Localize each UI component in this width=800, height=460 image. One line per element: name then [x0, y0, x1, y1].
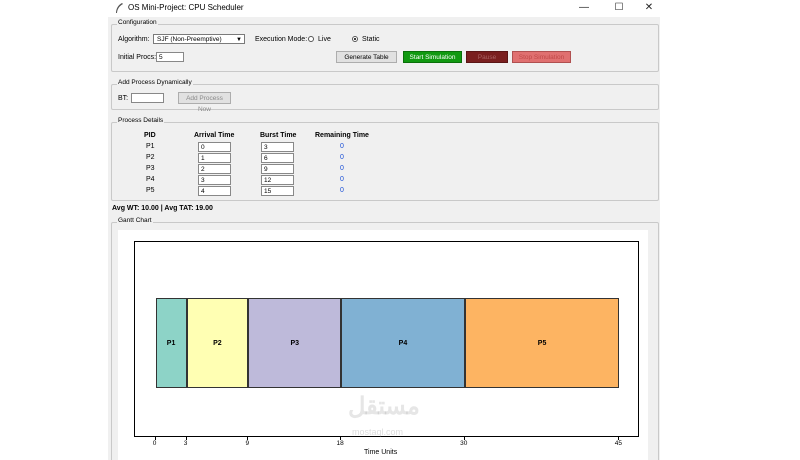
app-window: OS Mini-Project: CPU Scheduler — ☐ ✕ Con…	[108, 0, 660, 460]
header-pid: PID	[144, 132, 156, 139]
generate-table-button[interactable]: Generate Table	[336, 51, 397, 63]
gantt-bar-p5: P5	[464, 298, 620, 388]
x-tick-label: 30	[460, 440, 468, 447]
maximize-icon[interactable]: ☐	[609, 1, 629, 15]
row-burst-input[interactable]: 15	[261, 186, 294, 196]
gantt-bar-label: P2	[213, 339, 222, 347]
start-simulation-button[interactable]: Start Simulation	[403, 51, 462, 63]
gantt-bar-p4: P4	[341, 298, 465, 388]
bt-label: BT:	[118, 95, 129, 102]
bt-input[interactable]	[131, 93, 164, 103]
x-tick-label: 45	[614, 440, 622, 447]
row-pid: P3	[146, 165, 155, 172]
stop-simulation-button[interactable]: Stop Simulation	[512, 51, 571, 63]
gantt-chart-legend: Gantt Chart	[117, 217, 153, 224]
add-process-legend: Add Process Dynamically	[117, 79, 193, 86]
minimize-icon[interactable]: —	[574, 1, 594, 15]
x-tick-label: 0	[152, 440, 157, 447]
process-details-frame: Process Details PID Arrival Time Burst T…	[111, 117, 659, 201]
row-pid: P4	[146, 176, 155, 183]
execution-mode-label: Execution Mode:	[255, 36, 308, 43]
initial-procs-label: Initial Procs:	[118, 54, 157, 61]
row-arrival-input[interactable]: 0	[198, 142, 231, 152]
title-bar: OS Mini-Project: CPU Scheduler — ☐ ✕	[108, 0, 660, 17]
algorithm-select[interactable]: SJF (Non-Preemptive) ▼	[153, 34, 245, 44]
mode-static-label: Static	[362, 36, 380, 43]
gantt-bar-label: P3	[290, 339, 300, 347]
row-arrival-input[interactable]: 3	[198, 175, 231, 185]
feather-icon	[114, 2, 124, 14]
row-remaining: 0	[340, 176, 344, 183]
mode-live-label: Live	[318, 36, 331, 43]
row-burst-input[interactable]: 9	[261, 164, 294, 174]
row-burst-input[interactable]: 6	[261, 153, 294, 163]
watermark-url: mostaql.com	[352, 427, 404, 437]
gantt-bar-label: P1	[166, 339, 176, 347]
initial-procs-input[interactable]: 5	[156, 52, 184, 62]
header-arrival-time: Arrival Time	[194, 132, 235, 139]
chevron-down-icon: ▼	[236, 37, 242, 43]
process-details-legend: Process Details	[117, 117, 165, 124]
x-tick-label: 9	[245, 440, 250, 447]
row-remaining: 0	[340, 143, 344, 150]
header-burst-time: Burst Time	[260, 132, 297, 139]
gantt-bar-p1: P1	[155, 298, 187, 388]
gantt-bar-label: P5	[537, 339, 547, 347]
gantt-bar-p2: P2	[186, 298, 249, 388]
row-remaining: 0	[340, 154, 344, 161]
algorithm-value: SJF (Non-Preemptive)	[157, 36, 222, 43]
configuration-legend: Configuration	[117, 19, 158, 26]
row-pid: P1	[146, 143, 155, 150]
row-pid: P5	[146, 187, 155, 194]
add-process-now-button[interactable]: Add Process Now	[178, 92, 231, 113]
row-arrival-input[interactable]: 4	[198, 186, 231, 196]
watermark-logo: مستقل	[348, 393, 420, 420]
mode-static-radio[interactable]	[352, 36, 358, 42]
window-title: OS Mini-Project: CPU Scheduler	[128, 3, 244, 12]
mode-live-radio[interactable]	[308, 36, 314, 42]
add-process-frame: Add Process Dynamically BT: Add Process …	[111, 79, 659, 113]
row-remaining: 0	[340, 165, 344, 172]
header-remaining-time: Remaining Time	[315, 132, 369, 139]
gantt-bar-p3: P3	[248, 298, 342, 388]
gantt-bar-label: P4	[398, 339, 408, 347]
close-icon[interactable]: ✕	[639, 1, 659, 15]
row-arrival-input[interactable]: 2	[198, 164, 231, 174]
pause-button[interactable]: Pause	[466, 51, 508, 63]
algorithm-label: Algorithm:	[118, 36, 150, 43]
row-arrival-input[interactable]: 1	[198, 153, 231, 163]
gantt-canvas: P1 P2 P3 P4 P5 0 3 9 18 30 45 Time Units مستقل mo…	[118, 230, 648, 460]
row-burst-input[interactable]: 3	[261, 142, 294, 152]
stats-label: Avg WT: 10.00 | Avg TAT: 19.00	[112, 205, 213, 212]
x-tick-label: 3	[183, 440, 188, 447]
row-pid: P2	[146, 154, 155, 161]
configuration-frame: Configuration Algorithm: SJF (Non-Preemp…	[111, 19, 659, 72]
row-remaining: 0	[340, 187, 344, 194]
x-axis-label: Time Units	[364, 449, 398, 456]
row-burst-input[interactable]: 12	[261, 175, 294, 185]
x-tick-label: 18	[336, 440, 344, 447]
